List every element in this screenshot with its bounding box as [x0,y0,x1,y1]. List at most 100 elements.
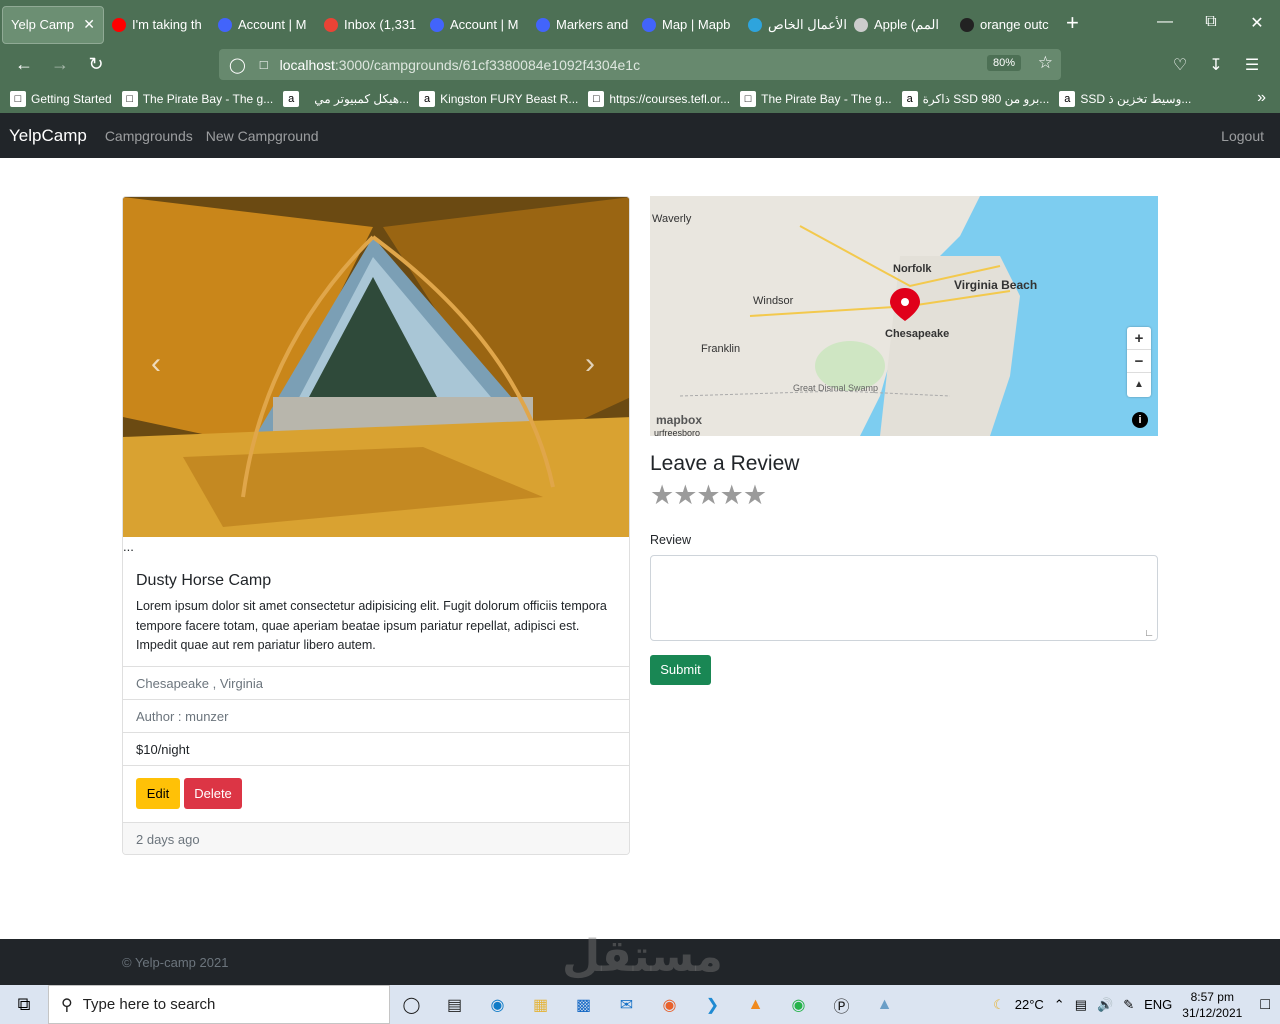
reload-icon[interactable]: ↻ [78,54,114,75]
language-indicator[interactable]: ENG [1144,997,1172,1012]
bookmark-item[interactable]: □ https://courses.tefl.or... [588,90,731,107]
carousel-next-icon[interactable]: › [585,347,595,381]
map-canvas[interactable] [650,196,1158,436]
zoom-in-icon[interactable]: + [1127,327,1151,350]
bookmark-label: ذاكرة SSD 980 برو من... [922,91,1050,106]
browser-tab[interactable]: Account | M [422,6,528,44]
back-icon[interactable]: ← [6,54,42,75]
nav-new-campground[interactable]: New Campground [206,128,319,144]
temperature[interactable]: 22°C [1015,997,1044,1012]
download-icon[interactable]: ↧ [1198,55,1234,75]
close-tab-icon[interactable]: ✕ [83,16,95,33]
page-footer: © Yelp-camp 2021 مستقل [0,931,1280,985]
task-view-icon[interactable]: ▤ [433,995,476,1015]
more-bookmarks-icon[interactable]: » [1257,89,1266,107]
taskbar-search[interactable]: ⚲ Type here to search [48,985,390,1024]
submit-button[interactable]: Submit [650,655,711,685]
file-explorer-icon[interactable]: ▦ [519,995,562,1015]
psiphon-icon[interactable]: Ⓟ [820,993,863,1017]
bookmark-item[interactable]: a SSD وسيط تخزين ذ... [1059,90,1192,107]
search-icon: ⚲ [61,996,73,1014]
mostaql-icon [748,17,762,32]
store-icon[interactable]: ▩ [562,995,605,1015]
bookmark-item[interactable]: a Kingston FURY Beast R... [419,90,578,107]
app-icon[interactable]: ▲ [863,996,906,1014]
browser-tab[interactable]: Map | Mapb [634,6,740,44]
vlc-icon[interactable]: ▲ [734,996,777,1014]
bookmark-item[interactable]: هيكل كمبيوتر مي... [314,91,409,107]
browser-tab[interactable]: Account | M [210,6,316,44]
delete-button[interactable]: Delete [184,778,242,809]
carousel-prev-icon[interactable]: ‹ [151,347,161,381]
weather-icon[interactable]: ☾ [993,997,1005,1013]
zoom-out-icon[interactable]: − [1127,350,1151,373]
restore-icon[interactable]: ⧉ [1188,13,1234,33]
firefox-icon[interactable]: ◉ [648,995,691,1015]
bookmark-label: https://courses.tefl.or... [609,91,731,106]
menu-icon[interactable]: ☰ [1234,55,1270,75]
address-bar[interactable]: ◯ □ localhost:3000/campgrounds/61cf33800… [219,49,1061,80]
bookmark-label: SSD وسيط تخزين ذ... [1080,91,1192,106]
bookmark-star-icon[interactable]: ☆ [1038,53,1053,73]
shield-icon[interactable]: ◯ [229,56,246,74]
vscode-icon[interactable]: ❯ [691,995,734,1015]
resize-handle-icon[interactable]: ∟ [1144,628,1154,639]
firefox-icon: □ [10,90,26,107]
network-icon[interactable]: ▤ [1075,997,1087,1013]
new-tab-button[interactable]: + [1066,10,1079,36]
review-textarea[interactable]: ∟ [650,555,1158,641]
campground-photo: ‹ › [123,197,629,537]
browser-tab[interactable]: Apple (المم [846,6,952,44]
tab-label: Account | M [450,17,519,32]
mail-icon[interactable]: ✉ [605,995,648,1015]
tab-label: Yelp Camp [11,17,75,32]
compass-icon[interactable]: ▲ [1127,373,1151,396]
windows-start-icon[interactable]: ⧉ [0,994,48,1015]
browser-tab[interactable]: orange outc [952,6,1058,44]
bookmark-item[interactable]: a [283,90,304,107]
campground-map[interactable]: Waverly Norfolk Virginia Beach Windsor C… [650,196,1158,436]
whatsapp-icon[interactable]: ◉ [777,995,820,1015]
browser-tab[interactable]: الأعمال الخاص [740,6,846,44]
zoom-level[interactable]: 80% [986,55,1021,71]
browser-tab[interactable]: I'm taking th [104,6,210,44]
bookmark-item[interactable]: □ The Pirate Bay - The g... [121,90,273,107]
tab-label: Inbox (1,331 [344,17,417,32]
apple-icon [854,17,868,32]
bookmark-item[interactable]: □ Getting Started [10,90,112,107]
minimize-icon[interactable]: — [1142,13,1188,33]
volume-icon[interactable]: 🔊 [1097,997,1113,1013]
bookmark-item[interactable]: a ذاكرة SSD 980 برو من... [901,90,1050,107]
info-icon[interactable]: i [1132,412,1148,428]
browser-tab[interactable]: Markers and [528,6,634,44]
url-text[interactable]: localhost:3000/campgrounds/61cf3380084e1… [280,57,640,73]
card-actions [123,765,629,766]
map-label: urfreesboro [654,428,701,436]
page-icon: □ [588,90,605,107]
pen-icon[interactable]: ✎ [1123,997,1134,1013]
cortana-icon[interactable]: ◯ [390,995,433,1015]
tray-expand-icon[interactable]: ⌃ [1054,997,1065,1013]
image-caption: ... [123,539,134,554]
bookmark-label: The Pirate Bay - The g... [761,91,892,106]
close-window-icon[interactable]: ✕ [1234,13,1280,33]
amazon-icon: a [901,90,918,107]
browser-tab[interactable]: Yelp Camp ✕ [2,5,104,44]
brand-link[interactable]: YelpCamp [9,126,87,146]
mapbox-logo[interactable]: mapbox [656,413,702,427]
notification-icon[interactable]: □ [1260,996,1270,1014]
edit-button[interactable]: Edit [136,778,180,809]
edge-icon[interactable]: ◉ [476,995,519,1015]
tab-label: Apple (المم [874,16,939,32]
tab-label: الأعمال الخاص [768,16,846,32]
browser-tab[interactable]: Inbox (1,331 [316,6,422,44]
star-rating[interactable]: ★★★★★ [650,480,767,511]
nav-logout[interactable]: Logout [1221,128,1264,144]
bookmark-item[interactable]: □ The Pirate Bay - The g... [740,90,892,107]
amazon-icon: a [283,90,300,107]
nav-campgrounds[interactable]: Campgrounds [105,128,193,144]
clock[interactable]: 8:57 pm 31/12/2021 [1182,989,1242,1021]
forward-icon[interactable]: → [42,54,78,75]
amazon-icon: a [1059,90,1076,107]
pocket-icon[interactable]: ♡ [1162,55,1198,75]
